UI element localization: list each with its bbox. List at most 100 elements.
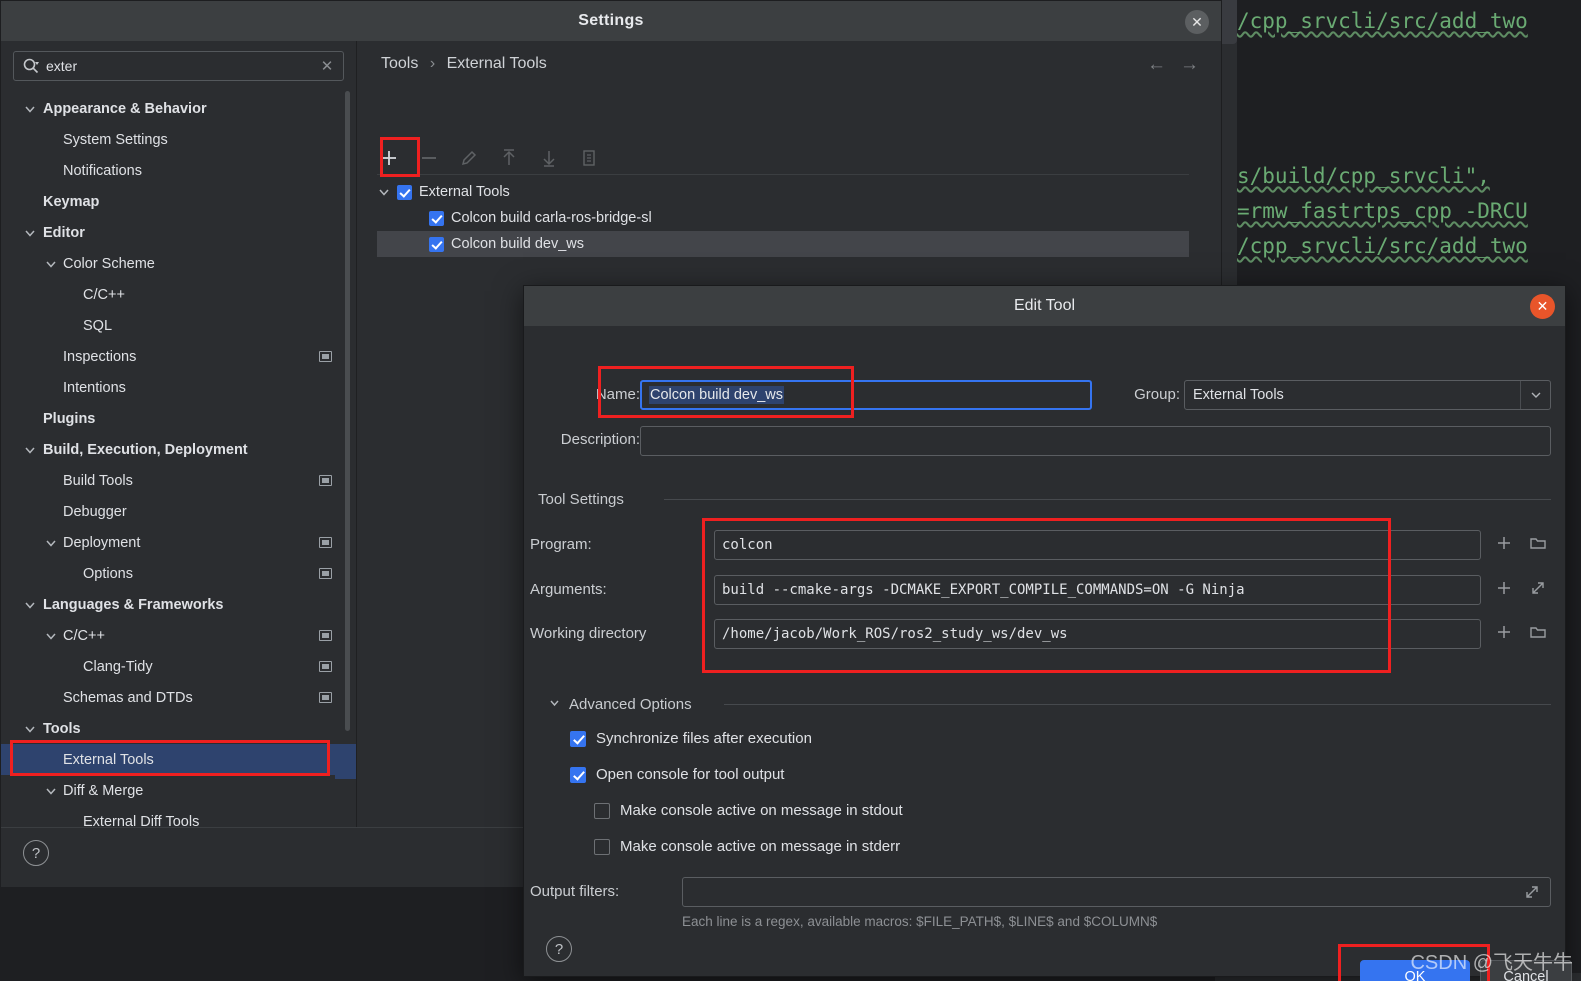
sidebar-item-inspections[interactable]: Inspections	[1, 341, 356, 372]
advanced-option-row[interactable]: Make console active on message in stdout	[594, 802, 903, 819]
sidebar-item-languages-frameworks[interactable]: Languages & Frameworks	[1, 589, 356, 620]
sidebar-item-options[interactable]: Options	[1, 558, 356, 589]
sidebar-item-label: Options	[83, 565, 133, 582]
cancel-button[interactable]: Cancel	[1480, 960, 1572, 981]
sidebar-item-diff-merge[interactable]: Diff & Merge	[1, 775, 356, 806]
sidebar-item-keymap[interactable]: Keymap	[1, 186, 356, 217]
sidebar-item-plugins[interactable]: Plugins	[1, 403, 356, 434]
sidebar-item-sql[interactable]: SQL	[1, 310, 356, 341]
chevron-down-icon[interactable]	[44, 784, 58, 798]
sidebar-item-label: Color Scheme	[63, 255, 155, 272]
checkbox[interactable]	[570, 730, 586, 747]
clear-search-icon[interactable]: ✕	[319, 58, 335, 75]
sidebar-item-c-c[interactable]: C/C++	[1, 620, 356, 651]
browse-folder-icon[interactable]	[1528, 622, 1548, 642]
breadcrumb-root[interactable]: Tools	[381, 55, 418, 72]
tool-tree-row[interactable]: External Tools	[377, 179, 1189, 205]
sidebar-item-appearance-behavior[interactable]: Appearance & Behavior	[1, 93, 356, 124]
chevron-down-icon	[548, 696, 561, 713]
chevron-down-icon[interactable]	[23, 722, 37, 736]
advanced-option-row[interactable]: Open console for tool output	[570, 766, 784, 783]
code-line-text: /cpp_srvcli/src/add_two	[1237, 9, 1528, 33]
advanced-options-header[interactable]: Advanced Options	[548, 696, 692, 713]
chevron-down-icon[interactable]	[44, 536, 58, 550]
sidebar-item-c-c[interactable]: C/C++	[1, 279, 356, 310]
copy-icon[interactable]	[577, 146, 601, 170]
chevron-down-icon[interactable]	[23, 443, 37, 457]
chevron-down-icon[interactable]	[23, 102, 37, 116]
back-arrow-icon[interactable]: ←	[1147, 55, 1166, 75]
insert-macro-icon[interactable]	[1494, 533, 1514, 553]
sidebar-item-notifications[interactable]: Notifications	[1, 155, 356, 186]
advanced-option-row[interactable]: Synchronize files after execution	[570, 730, 812, 747]
group-dropdown[interactable]: External Tools	[1184, 380, 1551, 410]
sidebar-item-label: Notifications	[63, 162, 142, 179]
expand-editor-icon[interactable]	[1528, 578, 1548, 598]
help-icon[interactable]: ?	[546, 936, 572, 962]
sidebar-item-build-execution-deployment[interactable]: Build, Execution, Deployment	[1, 434, 356, 465]
advanced-options-divider	[724, 704, 1551, 705]
tool-enabled-checkbox[interactable]	[397, 184, 412, 200]
sidebar-item-external-diff-tools[interactable]: External Diff Tools	[1, 806, 356, 828]
sidebar-item-label: System Settings	[63, 131, 168, 148]
chevron-down-icon[interactable]	[44, 629, 58, 643]
output-filters-input[interactable]	[682, 877, 1551, 907]
project-scope-icon	[319, 692, 332, 703]
working-directory-input[interactable]: /home/jacob/Work_ROS/ros2_study_ws/dev_w…	[714, 619, 1481, 649]
forward-arrow-icon[interactable]: →	[1180, 55, 1199, 75]
chevron-down-icon[interactable]	[23, 226, 37, 240]
remove-tool-button[interactable]	[417, 146, 441, 170]
code-line: /cpp_srvcli/src/add_two	[1237, 6, 1528, 37]
code-line-text: s/build/cpp_srvcli",	[1237, 164, 1490, 188]
tool-tree-row[interactable]: Colcon build dev_ws	[377, 231, 1189, 257]
arrow-down-icon[interactable]	[537, 146, 561, 170]
description-input[interactable]	[640, 426, 1551, 456]
name-input-value: Colcon build dev_ws	[649, 386, 784, 404]
expand-editor-icon[interactable]	[1522, 882, 1542, 902]
chevron-down-icon[interactable]	[23, 598, 37, 612]
sidebar-item-editor[interactable]: Editor	[1, 217, 356, 248]
chevron-down-icon[interactable]	[44, 257, 58, 271]
ok-button[interactable]: OK	[1360, 960, 1470, 981]
advanced-options-label: Advanced Options	[569, 696, 692, 713]
arguments-input[interactable]: build --cmake-args -DCMAKE_EXPORT_COMPIL…	[714, 575, 1481, 605]
tool-tree-row[interactable]: Colcon build carla-ros-bridge-sl	[377, 205, 1189, 231]
arrow-up-icon[interactable]	[497, 146, 521, 170]
chevron-down-icon[interactable]	[377, 185, 391, 199]
sidebar-item-build-tools[interactable]: Build Tools	[1, 465, 356, 496]
sidebar-item-deployment[interactable]: Deployment	[1, 527, 356, 558]
browse-folder-icon[interactable]	[1528, 533, 1548, 553]
insert-macro-icon[interactable]	[1494, 622, 1514, 642]
help-icon[interactable]: ?	[23, 840, 49, 866]
checkbox[interactable]	[594, 838, 610, 855]
sidebar-item-schemas-and-dtds[interactable]: Schemas and DTDs	[1, 682, 356, 713]
insert-macro-icon[interactable]	[1494, 578, 1514, 598]
close-icon[interactable]: ✕	[1185, 10, 1209, 34]
sidebar-item-intentions[interactable]: Intentions	[1, 372, 356, 403]
working-directory-field-actions	[1494, 622, 1548, 642]
sidebar-item-debugger[interactable]: Debugger	[1, 496, 356, 527]
close-icon[interactable]: ✕	[1530, 294, 1555, 319]
name-input[interactable]: Colcon build dev_ws	[640, 380, 1092, 410]
add-tool-button[interactable]	[377, 146, 401, 170]
checkbox[interactable]	[594, 802, 610, 819]
program-input[interactable]: colcon	[714, 530, 1481, 560]
tool-enabled-checkbox[interactable]	[429, 236, 444, 252]
sidebar-item-clang-tidy[interactable]: Clang-Tidy	[1, 651, 356, 682]
project-scope-icon	[319, 630, 332, 641]
advanced-option-row[interactable]: Make console active on message in stderr	[594, 838, 900, 855]
sidebar-item-system-settings[interactable]: System Settings	[1, 124, 356, 155]
tool-enabled-checkbox[interactable]	[429, 210, 444, 226]
sidebar-scrollbar[interactable]	[345, 91, 350, 731]
pencil-icon[interactable]	[457, 146, 481, 170]
sidebar-item-label: Editor	[43, 224, 85, 241]
search-input[interactable]	[46, 58, 319, 74]
external-tools-toolbar	[377, 137, 1189, 177]
sidebar-item-external-tools[interactable]: External Tools	[1, 744, 356, 775]
chevron-down-icon[interactable]	[1520, 381, 1550, 409]
sidebar-item-tools[interactable]: Tools	[1, 713, 356, 744]
settings-search-box[interactable]: ✕	[13, 51, 344, 81]
sidebar-item-color-scheme[interactable]: Color Scheme	[1, 248, 356, 279]
checkbox[interactable]	[570, 766, 586, 783]
tool-tree-label: Colcon build carla-ros-bridge-sl	[451, 210, 652, 226]
